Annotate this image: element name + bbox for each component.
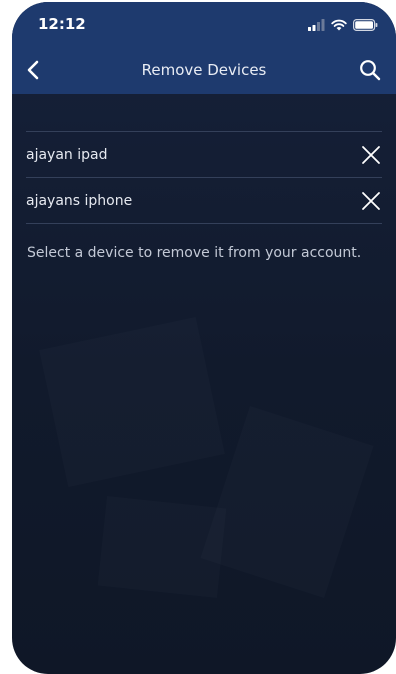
close-icon[interactable] <box>360 144 382 166</box>
phone-screen: 12:12 Remove Devices ajayan ipad ajayans… <box>12 2 396 674</box>
device-row: ajayans iphone <box>26 178 382 224</box>
device-row: ajayan ipad <box>26 132 382 178</box>
device-list: ajayan ipad ajayans iphone <box>26 131 382 224</box>
status-icons <box>308 18 378 32</box>
signal-icon <box>308 16 325 35</box>
wifi-icon <box>331 16 347 35</box>
battery-icon <box>353 16 378 35</box>
status-time: 12:12 <box>38 15 86 33</box>
device-name: ajayan ipad <box>26 147 108 163</box>
help-text: Select a device to remove it from your a… <box>27 245 362 261</box>
main-content: ajayan ipad ajayans iphone Select a devi… <box>12 94 396 674</box>
page-title: Remove Devices <box>141 61 267 79</box>
navigation-bar: Remove Devices <box>12 46 396 94</box>
status-bar: 12:12 <box>12 2 396 46</box>
search-icon[interactable] <box>358 58 382 82</box>
device-name: ajayans iphone <box>26 193 133 209</box>
close-icon[interactable] <box>360 190 382 212</box>
